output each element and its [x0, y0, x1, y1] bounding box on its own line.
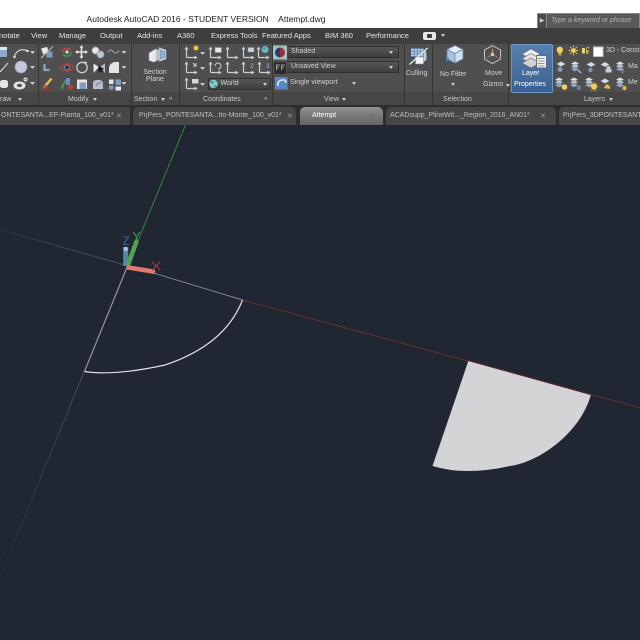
- svg-text:Z: Z: [123, 234, 130, 248]
- svg-text:3: 3: [266, 63, 270, 70]
- svg-text:2: 2: [250, 63, 254, 70]
- svg-text:Y: Y: [133, 230, 141, 244]
